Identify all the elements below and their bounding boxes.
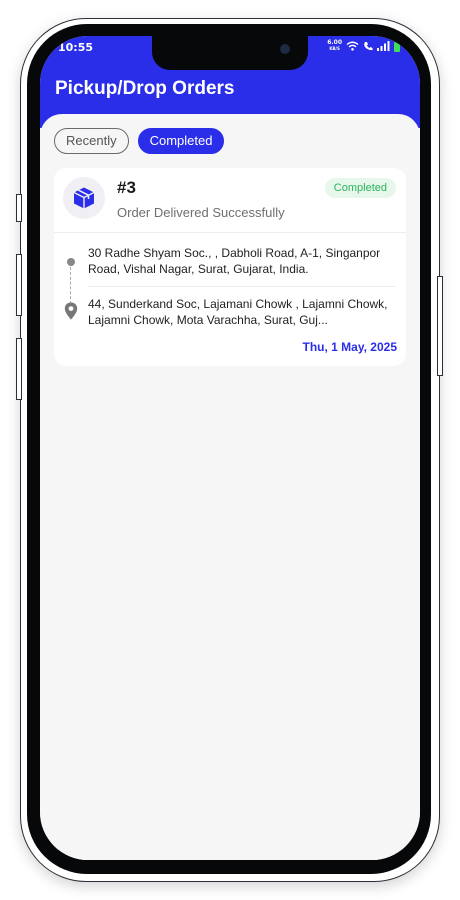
main-content: Recently Completed #3 Order Delivered Su… — [40, 114, 420, 860]
pickup-address: 30 Radhe Shyam Soc., , Dabholi Road, A-1… — [88, 246, 381, 276]
status-badge: Completed — [324, 178, 396, 198]
card-divider — [54, 232, 406, 233]
side-button — [437, 276, 443, 376]
order-date: Thu, 1 May, 2025 — [302, 340, 397, 354]
box-icon — [73, 187, 95, 209]
order-id: #3 — [117, 178, 136, 197]
tab-completed[interactable]: Completed — [137, 128, 225, 154]
tab-recently[interactable]: Recently — [54, 128, 129, 154]
camera-icon — [280, 44, 290, 54]
order-card[interactable]: #3 Order Delivered Successfully Complete… — [54, 168, 406, 366]
side-button — [16, 194, 22, 222]
order-status-text: Order Delivered Successfully — [117, 205, 285, 220]
route-connector — [70, 267, 71, 304]
status-bar: 10:55 6.00 KB/S — [40, 36, 420, 70]
side-button — [16, 338, 22, 400]
side-button — [16, 254, 22, 316]
wifi-icon — [346, 41, 359, 51]
order-filter-tabs: Recently Completed — [54, 128, 225, 154]
app-screen: 10:55 6.00 KB/S Pickup/Drop Orders Recen… — [40, 36, 420, 860]
order-avatar — [63, 177, 105, 219]
network-speed: 6.00 KB/S — [327, 40, 342, 52]
location-pin-icon — [64, 302, 78, 320]
page-title: Pickup/Drop Orders — [55, 78, 235, 99]
network-speed-unit: KB/S — [329, 46, 340, 51]
pickup-dot-icon — [67, 258, 75, 266]
camera-notch — [152, 36, 308, 70]
status-icons: 6.00 KB/S — [327, 40, 400, 52]
address-divider — [88, 286, 396, 287]
call-icon — [364, 42, 373, 51]
status-time: 10:55 — [58, 41, 94, 54]
battery-icon — [394, 40, 400, 52]
signal-icon — [377, 41, 390, 51]
drop-address: 44, Sunderkand Soc, Lajamani Chowk , Laj… — [88, 297, 388, 327]
